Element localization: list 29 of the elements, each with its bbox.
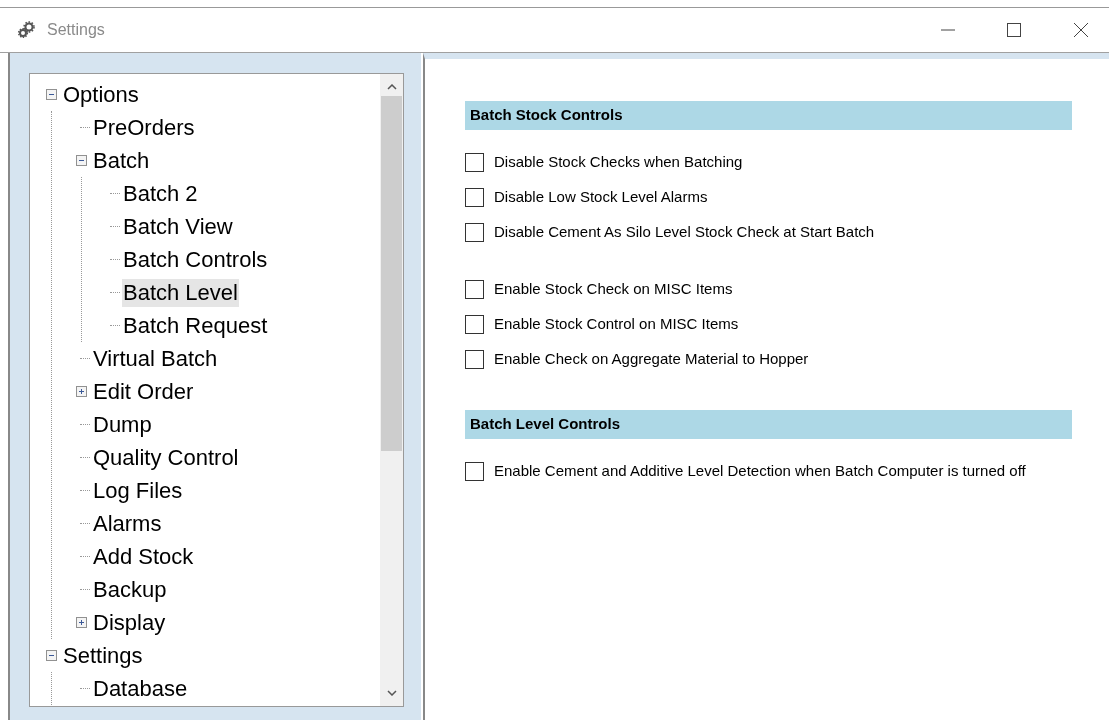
tree-item[interactable]: Batch	[92, 146, 151, 175]
tree-item[interactable]: Batch Controls	[122, 245, 269, 274]
tree-item[interactable]: Batch View	[122, 212, 234, 241]
tree-item[interactable]: Quality Control	[92, 443, 240, 472]
tree-item[interactable]: Virtual Batch	[92, 344, 219, 373]
tree-item[interactable]: Batch Level	[122, 278, 239, 307]
tree-item[interactable]: Log Files	[92, 476, 184, 505]
checkbox-label: Enable Stock Check on MISC Items	[494, 279, 733, 300]
checkbox-label: Enable Cement and Additive Level Detection when Batch Computer is turned off	[494, 461, 1026, 482]
checkbox-label: Enable Stock Control on MISC Items	[494, 314, 739, 335]
tree-item[interactable]: Alarms	[92, 509, 163, 538]
tree-item[interactable]: Options	[62, 80, 140, 109]
checkbox-label: Disable Low Stock Level Alarms	[494, 187, 708, 208]
tree-item[interactable]: Backup	[92, 575, 168, 604]
tree-item[interactable]: Display	[92, 608, 167, 637]
tree-item[interactable]: Batch 2	[122, 179, 199, 208]
checkbox-label: Disable Cement As Silo Level Stock Check at Start Batch	[494, 222, 875, 243]
checkbox-label: Enable Check on Aggregate Material to Hopper	[494, 349, 809, 370]
checkbox-label: Disable Stock Checks when Batching	[494, 152, 743, 173]
tree-item[interactable]: Database	[92, 674, 189, 703]
tree-item[interactable]: Settings	[62, 641, 144, 670]
section-header: Batch Stock Controls	[465, 101, 1072, 130]
tree-item[interactable]: Edit Order	[92, 377, 195, 406]
tree-item[interactable]: Dump	[92, 410, 153, 439]
section-header: Batch Level Controls	[465, 410, 1072, 439]
tree-item[interactable]: Add Stock	[92, 542, 195, 571]
tree-item[interactable]: Batch Request	[122, 311, 269, 340]
window-title: Settings	[47, 20, 105, 40]
tree-item[interactable]: PreOrders	[92, 113, 196, 142]
